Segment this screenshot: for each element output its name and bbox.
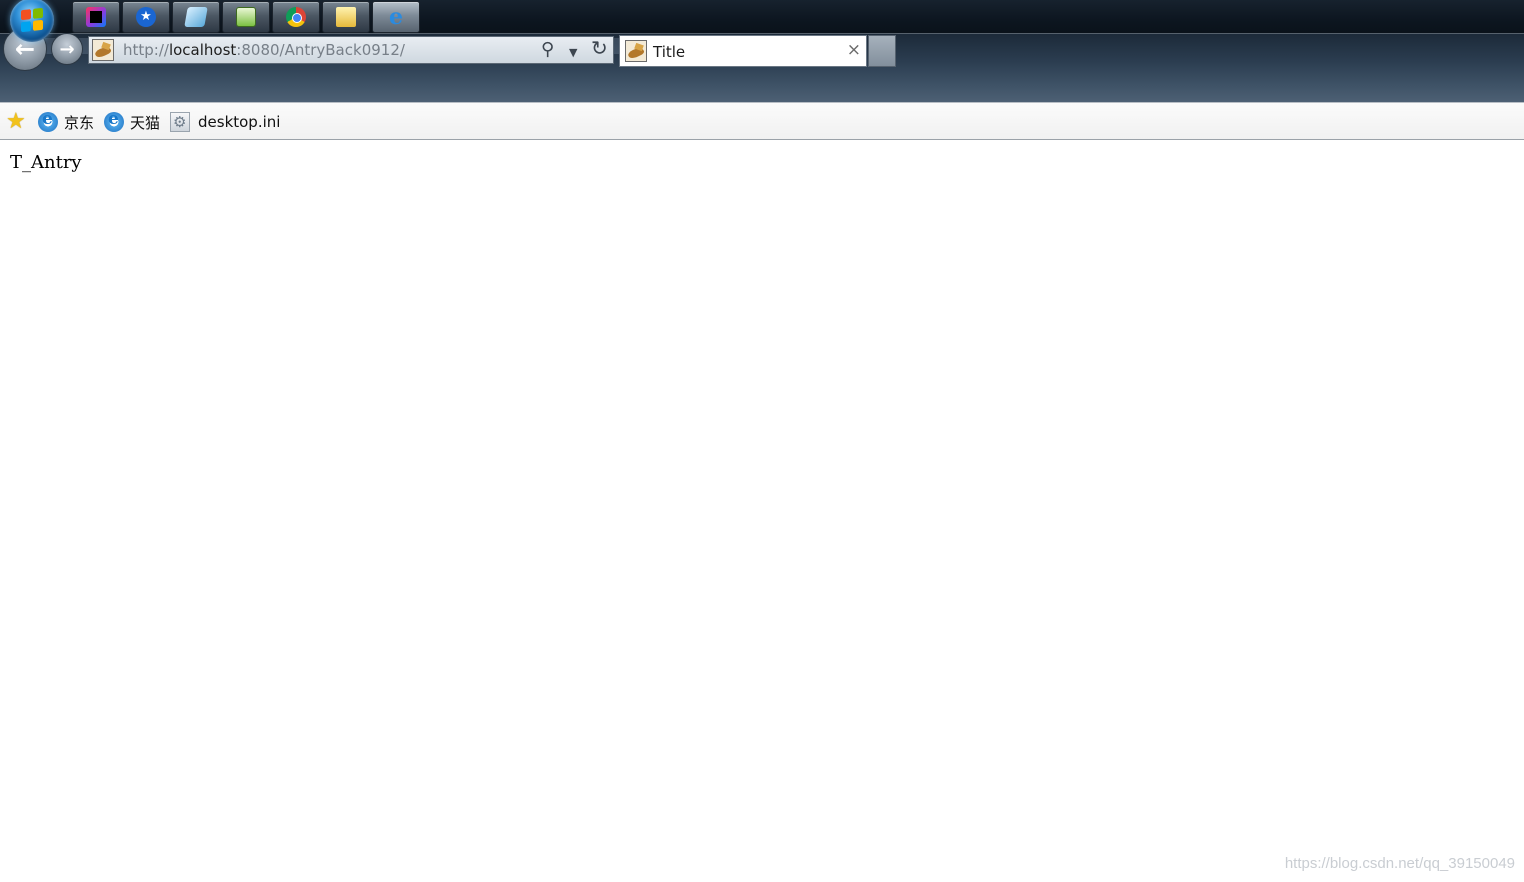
chevron-down-icon[interactable]: ▼	[569, 43, 577, 63]
taskbar-intellij-button[interactable]	[72, 1, 120, 33]
tab-title[interactable]: Title ×	[619, 35, 867, 67]
url-path: :8080/AntryBack0912/	[236, 41, 405, 59]
folder-icon	[336, 7, 356, 27]
forward-button[interactable]: →	[51, 33, 83, 65]
taskbar: ★ e	[0, 0, 1524, 42]
favorites-star-icon[interactable]: ★	[6, 110, 26, 134]
ie-icon	[104, 109, 124, 132]
taskbar-chrome-button[interactable]	[272, 1, 320, 33]
favorite-label: 京东	[64, 113, 95, 132]
taskbar-editor-button[interactable]	[222, 1, 270, 33]
search-icon[interactable]: ⚲	[541, 40, 554, 60]
favorite-item-desktop-ini[interactable]: desktop.ini	[170, 111, 280, 133]
refresh-icon[interactable]: ↻	[591, 38, 608, 58]
favorite-label: desktop.ini	[198, 113, 281, 131]
page-content-text: T_Antry	[10, 152, 82, 173]
intellij-icon	[86, 7, 106, 27]
new-tab-button[interactable]	[868, 35, 896, 67]
tab-label: Title	[653, 43, 686, 61]
forward-arrow-icon: →	[59, 38, 75, 60]
url-host: localhost	[168, 41, 237, 59]
start-button[interactable]	[10, 0, 54, 42]
close-icon[interactable]: ×	[847, 40, 861, 60]
address-url[interactable]: http://localhost:8080/AntryBack0912/	[123, 41, 405, 59]
ie-icon	[38, 109, 58, 132]
taskbar-ie-button[interactable]: e	[372, 1, 420, 33]
taskbar-app-button[interactable]: ★	[122, 1, 170, 33]
tomcat-favicon-icon	[625, 40, 647, 62]
tomcat-favicon-icon	[92, 39, 114, 61]
favorite-item-tmall[interactable]: 天猫	[104, 109, 161, 133]
notebook-icon	[184, 7, 208, 27]
windows-logo-icon	[21, 7, 43, 33]
blue-star-app-icon: ★	[136, 7, 156, 27]
favorite-item-jd[interactable]: 京东	[38, 109, 95, 133]
taskbar-explorer-button[interactable]	[322, 1, 370, 33]
chrome-icon	[286, 7, 306, 27]
url-scheme: http://	[123, 41, 169, 59]
ie-icon: e	[389, 4, 403, 30]
watermark: https://blog.csdn.net/qq_39150049	[1284, 855, 1515, 872]
taskbar-notebook-button[interactable]	[172, 1, 220, 33]
settings-file-icon	[170, 112, 190, 132]
editor-icon	[236, 7, 256, 27]
favorites-bar: ★ 京东 天猫 desktop.ini	[0, 102, 1524, 140]
favorite-label: 天猫	[130, 113, 161, 132]
address-bar[interactable]: http://localhost:8080/AntryBack0912/ ⚲ ▼…	[88, 36, 614, 64]
